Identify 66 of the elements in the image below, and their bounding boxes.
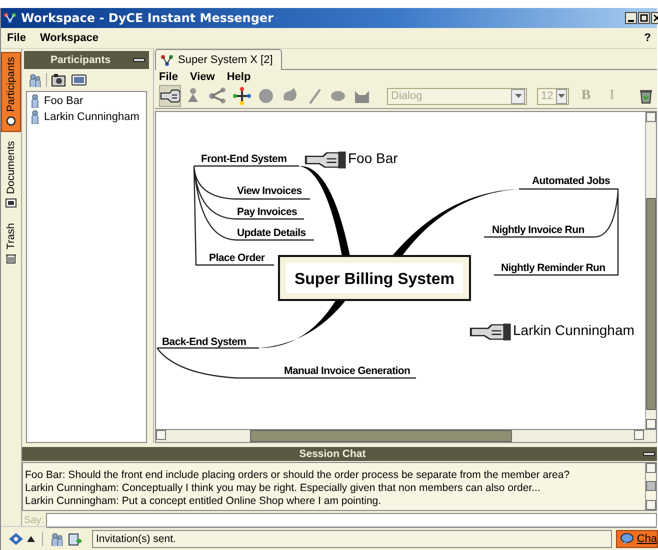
tool-icon — [208, 86, 228, 106]
side-tab[interactable]: Trash — [1, 218, 21, 270]
tab-icon — [5, 252, 17, 264]
pointing-hand-icon — [470, 324, 511, 340]
vertical-scrollbar[interactable] — [645, 462, 656, 510]
topic-label[interactable]: Nightly Reminder Run — [501, 262, 606, 274]
people-icon[interactable] — [50, 532, 64, 546]
chat-message: Larkin Cunningham: Conceptually I think you may be right. Especially given that non members can also order... — [25, 482, 542, 495]
vertical-scrollbar[interactable] — [645, 112, 656, 429]
window-title: Workspace - DyCE Instant Messenger — [21, 11, 274, 25]
topic-label[interactable]: Nightly Invoice Run — [492, 224, 584, 236]
branch-label[interactable]: Automated Jobs — [532, 175, 610, 187]
invite-icon[interactable] — [68, 532, 82, 546]
panel-title: Participants — [49, 54, 112, 66]
navigation-icon[interactable] — [9, 532, 23, 544]
chat-message: Larkin Cunningham: Put a concept entitled Online Shop where I am pointing. — [25, 495, 382, 508]
branch-label[interactable]: Back-End System — [162, 336, 246, 348]
chat-button[interactable]: Cha — [616, 530, 658, 548]
status-message: Invitation(s) sent. — [92, 530, 612, 548]
up-arrow-icon[interactable] — [27, 536, 35, 542]
message-input[interactable] — [46, 513, 657, 528]
people-icon[interactable] — [28, 73, 42, 87]
document-tab[interactable]: Super System X [2] — [155, 49, 282, 70]
help-menu[interactable]: ? — [644, 32, 651, 44]
tool-icon — [232, 86, 252, 106]
speech-bubble-icon — [620, 532, 634, 544]
tool-button[interactable] — [159, 85, 181, 108]
minimize-icon[interactable] — [625, 12, 637, 24]
maximize-icon[interactable] — [638, 12, 650, 24]
dropdown-icon — [514, 94, 522, 98]
menu-item[interactable]: File — [7, 32, 26, 44]
person-icon — [30, 110, 40, 124]
menu-item[interactable]: Help — [226, 71, 251, 84]
topic-label[interactable]: View Invoices — [237, 185, 302, 197]
menu-item[interactable]: File — [159, 71, 178, 84]
participant-name[interactable]: Foo Bar — [44, 95, 84, 107]
menu-item[interactable]: View — [190, 71, 215, 84]
menu-item[interactable]: Workspace — [40, 32, 98, 44]
camera-icon[interactable] — [51, 73, 67, 87]
side-tab[interactable]: Participants — [1, 52, 21, 132]
panel-title: Session Chat — [298, 448, 367, 460]
person-icon — [30, 94, 40, 108]
topic-label[interactable]: Pay Invoices — [237, 206, 298, 218]
tab-icon — [5, 196, 17, 209]
branch-label[interactable]: Front-End System — [201, 153, 287, 165]
minimize-icon[interactable] — [133, 57, 145, 63]
tool-button[interactable] — [231, 85, 253, 108]
pointing-hand-icon — [305, 152, 346, 168]
horizontal-scrollbar[interactable] — [155, 430, 657, 443]
topic-label[interactable]: Manual Invoice Generation — [284, 365, 410, 377]
mind-map-icon — [160, 54, 174, 66]
trash-icon[interactable] — [639, 88, 653, 104]
tab-icon — [5, 114, 17, 127]
dropdown-icon — [558, 94, 566, 98]
central-topic-label: Super Billing System — [294, 271, 455, 288]
participant-name[interactable]: Larkin Cunningham — [44, 111, 140, 123]
minimize-icon[interactable] — [643, 450, 655, 457]
app-icon — [3, 12, 17, 24]
user-pointer-label: Foo Bar — [348, 150, 398, 166]
monitor-icon[interactable] — [71, 73, 87, 87]
chat-message: Foo Bar: Should the front end include placing orders or should the order process be separate from the member area? — [25, 469, 571, 482]
side-tab[interactable]: Documents — [1, 136, 21, 214]
topic-label[interactable]: Place Order — [209, 252, 265, 264]
topic-label[interactable]: Update Details — [237, 227, 306, 239]
user-pointer-label: Larkin Cunningham — [513, 322, 634, 338]
say-label: Say: — [23, 515, 46, 526]
